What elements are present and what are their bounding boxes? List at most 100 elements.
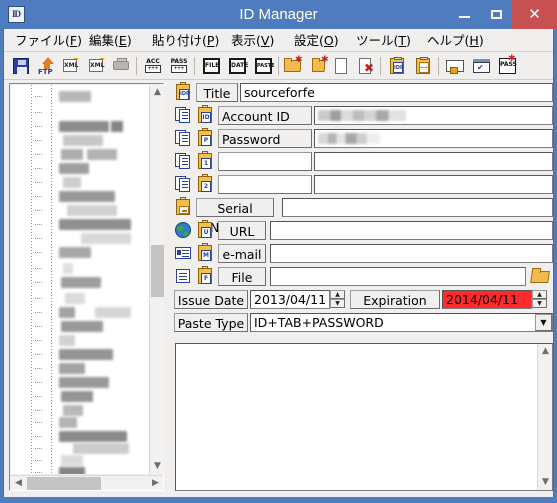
delete-item-button[interactable]: ✖ <box>354 56 376 76</box>
scroll-left-arrow[interactable]: ◀ <box>11 476 26 491</box>
redacted-label <box>65 293 85 304</box>
clipboard-id-icon[interactable]: ID <box>196 105 214 124</box>
globe-icon[interactable] <box>174 221 192 239</box>
minimize-button[interactable] <box>448 0 480 29</box>
account-id-input[interactable] <box>314 106 553 125</box>
xml-export-button[interactable]: XML <box>86 56 108 76</box>
redacted-label <box>59 163 89 174</box>
redacted-value <box>318 133 380 144</box>
tree-hscroll-thumb[interactable] <box>27 477 101 490</box>
expiration-date-spinner[interactable]: ▲ ▼ <box>532 290 547 309</box>
menu-paste[interactable]: 貼り付け(P) <box>147 31 224 50</box>
paste-combo-button[interactable]: ⟷ <box>412 56 434 76</box>
tree-item[interactable] <box>11 89 149 105</box>
mail-card-icon[interactable] <box>174 244 192 262</box>
clipboard-url-icon[interactable]: U <box>196 220 214 239</box>
url-row: U URL <box>174 220 553 243</box>
custom-field-2-label[interactable] <box>218 175 312 194</box>
copy-doc-icon[interactable] <box>174 152 192 170</box>
tree-connector <box>35 154 43 155</box>
issue-date-input[interactable]: 2013/04/11 <box>250 290 330 309</box>
serial-number-input[interactable] <box>282 198 553 217</box>
menu-tools[interactable]: ツール(T) <box>351 31 416 50</box>
scroll-down-arrow[interactable]: ▼ <box>538 475 553 490</box>
options-window-button[interactable]: ✔ <box>470 56 492 76</box>
password-input[interactable] <box>314 129 553 148</box>
file-row: F File <box>174 266 553 289</box>
menu-settings[interactable]: 設定(O) <box>289 31 344 50</box>
clipboard-2-icon[interactable]: 2 <box>196 174 214 193</box>
ftp-upload-button[interactable]: FTP <box>36 56 58 76</box>
url-input[interactable] <box>270 221 553 240</box>
copy-id-button[interactable]: IDP <box>386 56 408 76</box>
copy-doc-icon[interactable] <box>174 175 192 193</box>
save-button[interactable] <box>10 56 32 76</box>
clipboard-file-icon[interactable]: F <box>196 266 214 285</box>
chevron-down-icon[interactable]: ▼ <box>535 314 552 331</box>
issue-date-spinner[interactable]: ▲ ▼ <box>330 290 345 309</box>
clipboard-minus-icon[interactable] <box>174 197 192 216</box>
insert-date-button[interactable]: DATE <box>226 56 248 76</box>
clipboard-idp-icon[interactable]: IDP <box>174 82 192 101</box>
password-generator-button[interactable]: PASS ✱ <box>496 55 518 76</box>
spinner-up[interactable]: ▲ <box>330 290 345 299</box>
scroll-up-arrow[interactable]: ▲ <box>538 344 553 359</box>
insert-paste-button[interactable]: PASTE <box>252 56 275 76</box>
redacted-label <box>87 149 117 160</box>
item-tree[interactable] <box>11 85 149 474</box>
paste-type-combo[interactable]: ID+TAB+PASSWORD <box>250 313 553 332</box>
expiration-date-input[interactable]: 2014/04/11 <box>442 290 532 309</box>
clipboard-1-icon[interactable]: 1 <box>196 151 214 170</box>
custom-field-1-input[interactable] <box>314 152 553 171</box>
close-button[interactable]: ✕ <box>512 0 557 29</box>
custom-field-2-input[interactable] <box>314 175 553 194</box>
spinner-down[interactable]: ▼ <box>330 299 345 308</box>
tree-item[interactable] <box>11 275 149 291</box>
scroll-up-arrow[interactable]: ▲ <box>150 85 165 100</box>
ftp-upload-icon <box>42 57 54 64</box>
tree-vscroll-thumb[interactable] <box>151 245 164 297</box>
tree-connector <box>35 210 43 211</box>
redacted-label <box>61 391 93 402</box>
tree-item[interactable] <box>11 245 149 261</box>
file-input[interactable] <box>270 267 526 286</box>
clipboard-mail-icon[interactable]: M <box>196 243 214 262</box>
new-item-button[interactable] <box>330 56 352 76</box>
title-input[interactable]: sourceforfe <box>240 83 553 102</box>
insert-file-button[interactable]: FILE <box>200 56 222 76</box>
email-input[interactable] <box>270 244 553 263</box>
window-bottom-edge <box>0 497 557 503</box>
spinner-up[interactable]: ▲ <box>532 290 547 299</box>
menu-edit[interactable]: 編集(E) <box>84 31 137 50</box>
scroll-right-arrow[interactable]: ▶ <box>148 476 163 491</box>
paste-password-button[interactable]: PASS +++ <box>168 56 190 76</box>
redacted-label <box>67 205 117 216</box>
scroll-down-arrow[interactable]: ▼ <box>150 459 165 474</box>
paste-type-label: Paste Type <box>174 313 248 332</box>
xml-import-button[interactable]: XML <box>60 56 82 76</box>
maximize-button[interactable] <box>480 0 512 29</box>
menu-file[interactable]: ファイル(F) <box>10 31 87 50</box>
notes-area[interactable]: ▲ ▼ <box>175 343 553 491</box>
new-subfolder-button[interactable]: ✱ <box>306 56 329 76</box>
print-button[interactable] <box>110 56 132 76</box>
menu-help[interactable]: ヘルプ(H) <box>422 31 489 50</box>
url-label: URL <box>218 221 266 240</box>
new-folder-button[interactable]: ✱ <box>282 56 304 76</box>
copy-doc-icon[interactable] <box>174 129 192 147</box>
tree-vscrollbar[interactable]: ▲ ▼ <box>149 85 164 474</box>
spinner-down[interactable]: ▼ <box>532 299 547 308</box>
clipboard-password-icon[interactable]: P <box>196 128 214 147</box>
lock-button[interactable] <box>444 56 466 76</box>
menu-view[interactable]: 表示(V) <box>226 31 279 50</box>
notes-vscrollbar[interactable]: ▲ ▼ <box>537 344 552 490</box>
paste-account-button[interactable]: ACC +++ <box>142 56 164 76</box>
list-doc-icon[interactable] <box>174 267 192 285</box>
open-folder-icon[interactable] <box>529 267 551 285</box>
tree-item[interactable] <box>11 465 149 474</box>
toolbar-separator <box>380 57 381 75</box>
serial-number-label: Serial Number <box>196 198 274 235</box>
copy-doc-icon[interactable] <box>174 106 192 124</box>
custom-field-1-label[interactable] <box>218 152 312 171</box>
tree-hscrollbar[interactable]: ◀ ▶ <box>11 475 163 490</box>
